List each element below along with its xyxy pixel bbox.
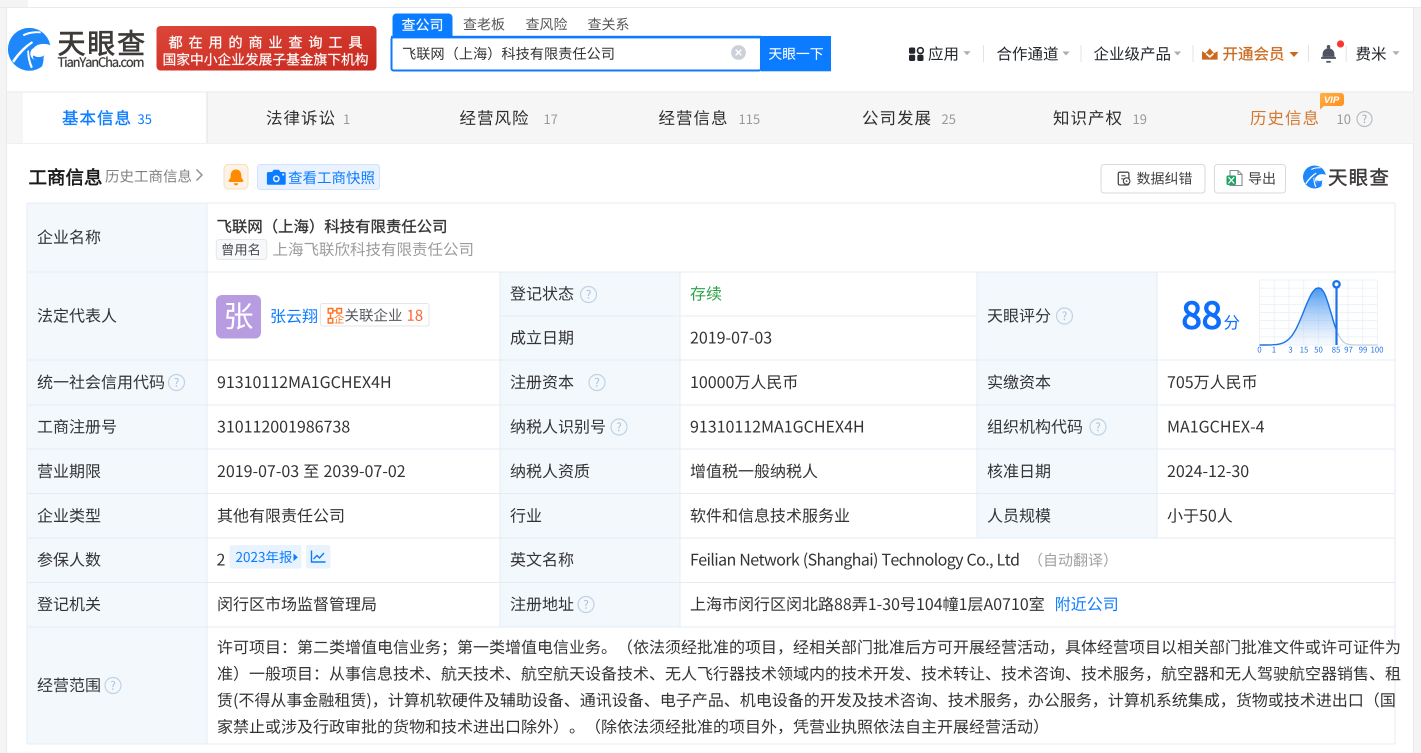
svg-text:VIP: VIP [1324,95,1340,106]
